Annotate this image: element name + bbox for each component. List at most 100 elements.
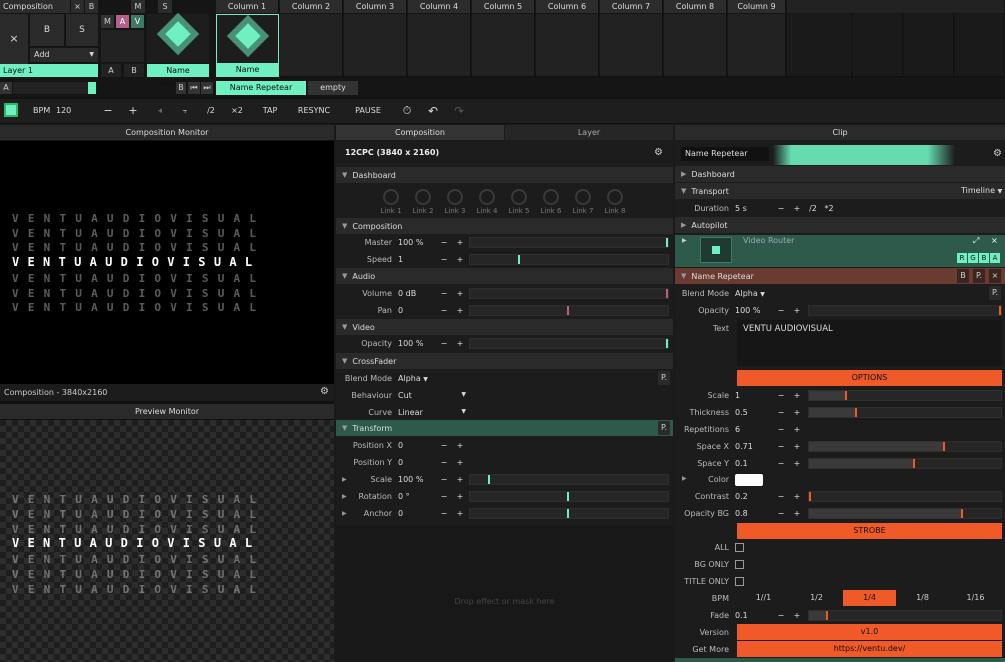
scale-value[interactable]: 1 bbox=[735, 391, 773, 400]
deck-a-label[interactable]: A bbox=[0, 82, 12, 94]
redo-icon[interactable]: ↷ bbox=[450, 101, 468, 121]
plus-button[interactable]: + bbox=[452, 255, 468, 264]
blend-mode-dropdown[interactable]: Alpha ▼ bbox=[735, 289, 795, 298]
minus-button[interactable]: − bbox=[773, 408, 789, 417]
deck-b-label[interactable]: B bbox=[176, 82, 186, 94]
plus-button[interactable]: + bbox=[452, 441, 468, 450]
column-9-header[interactable]: Column 9 bbox=[728, 0, 786, 13]
tab-layer[interactable]: Layer bbox=[505, 125, 673, 140]
title-only-checkbox[interactable] bbox=[735, 577, 744, 586]
minus-button[interactable]: − bbox=[436, 306, 452, 315]
speed-slider[interactable] bbox=[469, 254, 669, 265]
plus-button[interactable]: + bbox=[452, 458, 468, 467]
double-duration-button[interactable]: *2 bbox=[821, 204, 837, 213]
opacity-value[interactable]: 100 % bbox=[735, 306, 773, 315]
minus-button[interactable]: − bbox=[436, 475, 452, 484]
channel-b[interactable]: B bbox=[979, 253, 989, 263]
master-slider[interactable] bbox=[469, 237, 669, 248]
space-x-slider[interactable] bbox=[808, 441, 1002, 452]
scale-slider[interactable] bbox=[808, 390, 1002, 401]
rotation-value[interactable]: 0 ° bbox=[398, 492, 436, 501]
opacity-value[interactable]: 100 % bbox=[398, 339, 436, 348]
plus-button[interactable]: + bbox=[452, 475, 468, 484]
space-x-value[interactable]: 0.71 bbox=[735, 442, 773, 451]
space-y-value[interactable]: 0.1 bbox=[735, 459, 773, 468]
clip-slot-4[interactable] bbox=[408, 14, 471, 77]
nudge-left-button[interactable]: ⫞ bbox=[150, 101, 170, 121]
column-5-header[interactable]: Column 5 bbox=[472, 0, 535, 13]
link-knob-1[interactable]: Link 1 bbox=[376, 187, 406, 217]
bpm-option-1-4[interactable]: 1/4 bbox=[843, 590, 896, 606]
minus-button[interactable]: − bbox=[436, 255, 452, 264]
pan-slider[interactable] bbox=[469, 305, 669, 316]
gear-icon[interactable]: ⚙ bbox=[654, 147, 663, 158]
minus-button[interactable]: − bbox=[436, 238, 452, 247]
column-1-header[interactable]: Column 1 bbox=[216, 0, 279, 13]
clip-slot-2[interactable] bbox=[280, 14, 343, 77]
minus-button[interactable]: − bbox=[436, 509, 452, 518]
anchor-value[interactable]: 0 bbox=[398, 509, 436, 518]
repetitions-value[interactable]: 6 bbox=[735, 425, 773, 434]
minus-button[interactable]: − bbox=[436, 492, 452, 501]
clip-slot-3[interactable] bbox=[344, 14, 407, 77]
effect-bypass-button[interactable]: B bbox=[957, 269, 969, 283]
column-8-header[interactable]: Column 8 bbox=[664, 0, 727, 13]
layer-s-top[interactable]: S bbox=[158, 0, 172, 13]
contrast-slider[interactable] bbox=[808, 491, 1002, 502]
plus-button[interactable]: + bbox=[789, 204, 805, 213]
clip-slot-9[interactable] bbox=[728, 14, 786, 77]
half-bpm-button[interactable]: /2 bbox=[201, 101, 221, 121]
metronome-icon[interactable]: ⏱ bbox=[398, 101, 416, 121]
plus-button[interactable]: + bbox=[789, 408, 805, 417]
minus-button[interactable]: − bbox=[773, 306, 789, 315]
thickness-value[interactable]: 0.5 bbox=[735, 408, 773, 417]
effect-p-button[interactable]: P. bbox=[973, 269, 985, 283]
plus-button[interactable]: + bbox=[789, 442, 805, 451]
all-checkbox[interactable] bbox=[735, 543, 744, 552]
section-transform[interactable]: ▼ Transform bbox=[336, 420, 673, 436]
layer-b-button[interactable]: B bbox=[124, 64, 144, 77]
expand-arrows-icon[interactable]: ⤢ bbox=[973, 236, 979, 246]
layer-clip-label[interactable]: Name Repetear bbox=[147, 64, 209, 88]
volume-slider[interactable] bbox=[469, 288, 669, 299]
minus-button[interactable]: − bbox=[773, 459, 789, 468]
layer-mask-button[interactable]: M bbox=[101, 15, 114, 28]
link-knob-6[interactable]: Link 6 bbox=[536, 187, 566, 217]
bpm-minus-button[interactable]: − bbox=[98, 101, 118, 121]
minus-button[interactable]: − bbox=[773, 509, 789, 518]
speed-value[interactable]: 1 bbox=[398, 255, 436, 264]
plus-button[interactable]: + bbox=[452, 289, 468, 298]
plus-button[interactable]: + bbox=[789, 425, 805, 434]
preview-monitor[interactable]: VENTUAUDIOVISUAL VENTUAUDIOVISUAL VENTUA… bbox=[0, 420, 334, 662]
half-duration-button[interactable]: /2 bbox=[805, 204, 821, 213]
get-more-link[interactable]: https://ventu.dev/ bbox=[737, 641, 1002, 657]
minus-button[interactable]: − bbox=[773, 425, 789, 434]
composition-bypass-button[interactable]: B bbox=[85, 0, 98, 13]
double-bpm-button[interactable]: ×2 bbox=[227, 101, 247, 121]
master-value[interactable]: 100 % bbox=[398, 238, 436, 247]
crossfader-handle[interactable] bbox=[88, 82, 96, 94]
composition-close-button[interactable]: × bbox=[71, 0, 84, 13]
effect-close-icon[interactable]: × bbox=[989, 269, 1001, 283]
app-logo-icon[interactable] bbox=[4, 103, 18, 117]
bpm-value[interactable]: 120 bbox=[56, 101, 71, 121]
link-knob-2[interactable]: Link 2 bbox=[408, 187, 438, 217]
plus-button[interactable]: + bbox=[452, 306, 468, 315]
plus-button[interactable]: + bbox=[452, 509, 468, 518]
effect-header[interactable]: ▼ Name Repetear bbox=[675, 268, 1005, 284]
scale-slider[interactable] bbox=[469, 474, 669, 485]
layer-bypass-button[interactable]: B bbox=[30, 14, 64, 46]
rotation-slider[interactable] bbox=[469, 491, 669, 502]
plus-button[interactable]: + bbox=[789, 492, 805, 501]
behaviour-dropdown[interactable]: Cut ▼ bbox=[398, 391, 466, 400]
layer-clear-button[interactable]: × bbox=[0, 14, 28, 64]
column-7-header[interactable]: Column 7 bbox=[600, 0, 663, 13]
tab-composition[interactable]: Composition bbox=[336, 125, 504, 140]
plus-button[interactable]: + bbox=[452, 492, 468, 501]
link-knob-8[interactable]: Link 8 bbox=[600, 187, 630, 217]
blend-mode-dropdown[interactable]: Alpha ▼ bbox=[398, 374, 448, 383]
plus-button[interactable]: + bbox=[452, 339, 468, 348]
expand-icon[interactable]: ▶ bbox=[336, 476, 347, 483]
undo-icon[interactable]: ↶ bbox=[424, 101, 442, 121]
expand-icon[interactable]: ▶ bbox=[336, 493, 347, 500]
